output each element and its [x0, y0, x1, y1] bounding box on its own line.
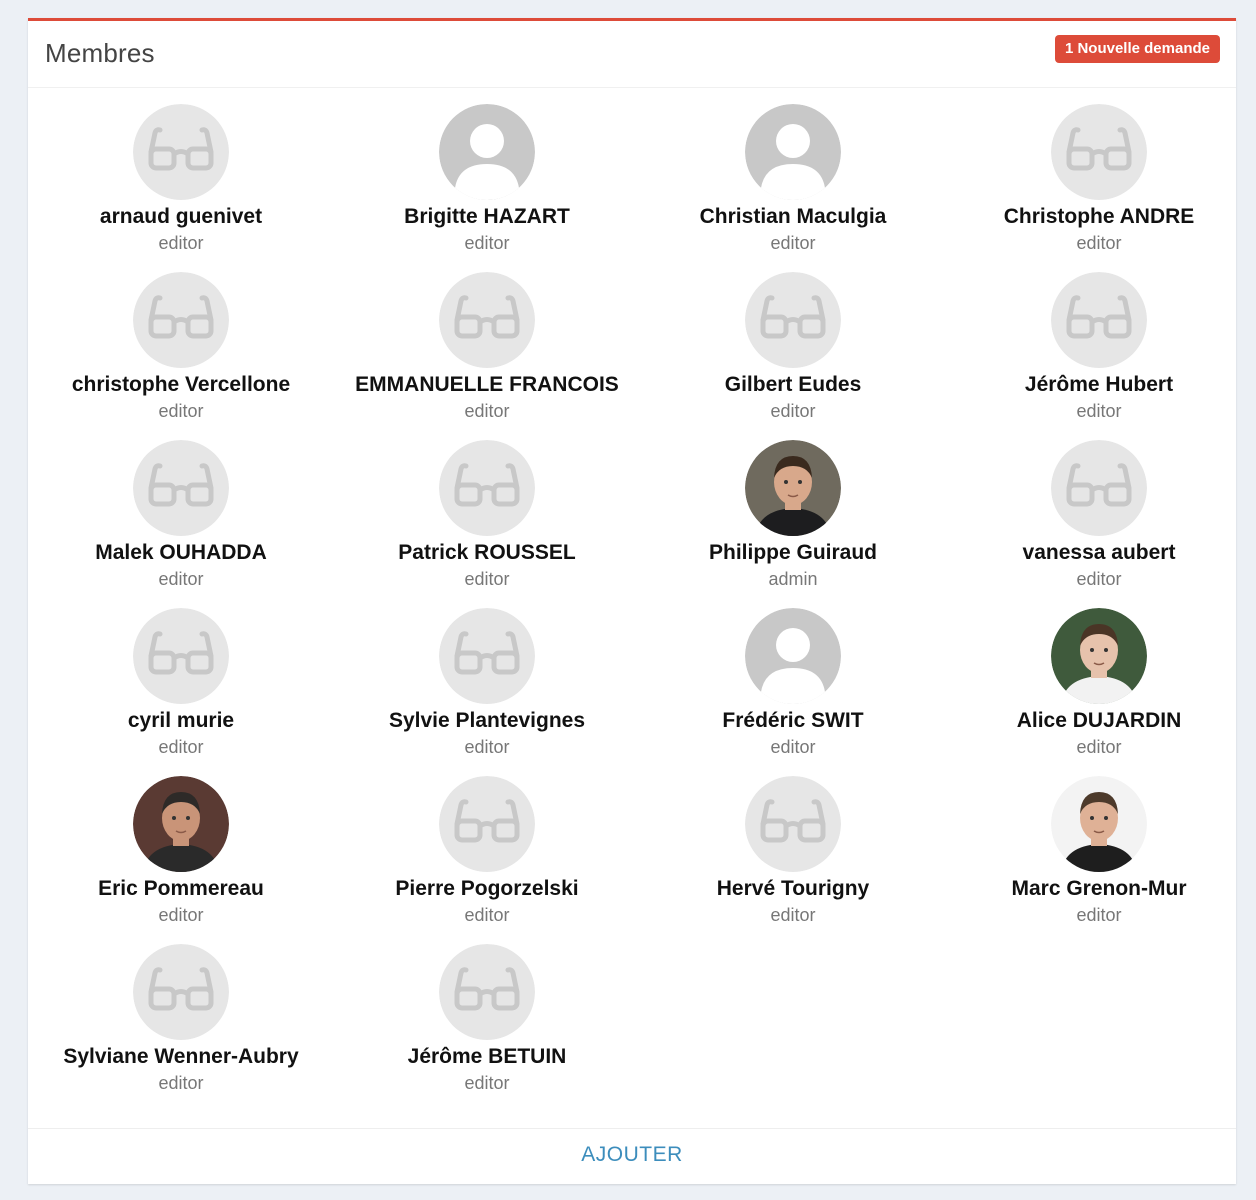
- member-card[interactable]: EMMANUELLE FRANCOIS editor: [334, 272, 640, 440]
- glasses-icon: [439, 608, 535, 704]
- member-name: Marc Grenon-Mur: [1011, 877, 1187, 900]
- member-name: Hervé Tourigny: [716, 877, 870, 900]
- member-role: editor: [770, 401, 816, 421]
- add-member-button[interactable]: AJOUTER: [581, 1143, 683, 1167]
- member-name: Christian Maculgia: [699, 205, 887, 228]
- member-card[interactable]: Sylvie Plantevignes editor: [334, 608, 640, 776]
- panel-footer: AJOUTER: [28, 1128, 1236, 1184]
- member-card[interactable]: Jérôme BETUIN editor: [334, 944, 640, 1112]
- glasses-icon: [133, 104, 229, 200]
- member-role: editor: [464, 905, 510, 925]
- member-photo: [1051, 608, 1147, 704]
- members-panel: Membres 1 Nouvelle demande arnaud gueniv…: [28, 18, 1236, 1184]
- member-card[interactable]: arnaud guenivet editor: [28, 104, 334, 272]
- person-silhouette-icon: [745, 608, 841, 704]
- member-name: Sylviane Wenner-Aubry: [63, 1045, 299, 1068]
- member-card[interactable]: Eric Pommereau editor: [28, 776, 334, 944]
- glasses-icon: [133, 272, 229, 368]
- member-card[interactable]: christophe Vercellone editor: [28, 272, 334, 440]
- member-role: editor: [158, 905, 204, 925]
- glasses-icon: [745, 776, 841, 872]
- member-name: Alice DUJARDIN: [1016, 709, 1182, 732]
- member-name: Eric Pommereau: [98, 877, 264, 900]
- member-name: Patrick ROUSSEL: [398, 541, 576, 564]
- member-role: editor: [464, 233, 510, 253]
- glasses-icon: [133, 608, 229, 704]
- member-photo: [1051, 776, 1147, 872]
- glasses-icon: [439, 776, 535, 872]
- glasses-icon: [1051, 104, 1147, 200]
- person-silhouette-icon: [745, 104, 841, 200]
- member-card[interactable]: Frédéric SWIT editor: [640, 608, 946, 776]
- member-card[interactable]: cyril murie editor: [28, 608, 334, 776]
- member-role: editor: [464, 569, 510, 589]
- member-role: admin: [768, 569, 818, 589]
- member-card[interactable]: Sylviane Wenner-Aubry editor: [28, 944, 334, 1112]
- member-card[interactable]: Brigitte HAZART editor: [334, 104, 640, 272]
- panel-title: Membres: [45, 38, 155, 68]
- member-role: editor: [770, 737, 816, 757]
- member-card[interactable]: Christophe ANDRE editor: [946, 104, 1252, 272]
- member-card[interactable]: Philippe Guiraud admin: [640, 440, 946, 608]
- member-role: editor: [464, 401, 510, 421]
- glasses-icon: [745, 272, 841, 368]
- member-card[interactable]: Patrick ROUSSEL editor: [334, 440, 640, 608]
- member-card[interactable]: Marc Grenon-Mur editor: [946, 776, 1252, 944]
- glasses-icon: [133, 944, 229, 1040]
- member-name: Philippe Guiraud: [708, 541, 877, 564]
- member-role: editor: [464, 737, 510, 757]
- member-role: editor: [158, 737, 204, 757]
- members-grid: arnaud guenivet editor Brigitte HAZART edit…: [28, 104, 1236, 1112]
- member-photo: [133, 776, 229, 872]
- member-card[interactable]: Jérôme Hubert editor: [946, 272, 1252, 440]
- member-name: Jérôme Hubert: [1024, 373, 1174, 396]
- glasses-icon: [439, 440, 535, 536]
- glasses-icon: [439, 272, 535, 368]
- member-role: editor: [770, 233, 816, 253]
- member-name: EMMANUELLE FRANCOIS: [355, 373, 619, 396]
- member-role: editor: [1076, 233, 1122, 253]
- member-name: Gilbert Eudes: [724, 373, 862, 396]
- member-name: Malek OUHADDA: [95, 541, 267, 564]
- member-role: editor: [158, 401, 204, 421]
- glasses-icon: [439, 944, 535, 1040]
- member-role: editor: [158, 233, 204, 253]
- member-card[interactable]: Alice DUJARDIN editor: [946, 608, 1252, 776]
- member-name: Frédéric SWIT: [722, 709, 864, 732]
- glasses-icon: [1051, 272, 1147, 368]
- member-name: Jérôme BETUIN: [407, 1045, 567, 1068]
- member-name: cyril murie: [127, 709, 235, 732]
- glasses-icon: [133, 440, 229, 536]
- member-name: Sylvie Plantevignes: [388, 709, 586, 732]
- member-role: editor: [158, 569, 204, 589]
- member-card[interactable]: Malek OUHADDA editor: [28, 440, 334, 608]
- member-photo: [745, 440, 841, 536]
- person-silhouette-icon: [439, 104, 535, 200]
- member-role: editor: [1076, 569, 1122, 589]
- member-card[interactable]: Gilbert Eudes editor: [640, 272, 946, 440]
- member-role: editor: [158, 1073, 204, 1093]
- member-role: editor: [770, 905, 816, 925]
- member-role: editor: [464, 1073, 510, 1093]
- member-name: Christophe ANDRE: [1003, 205, 1195, 228]
- member-card[interactable]: vanessa aubert editor: [946, 440, 1252, 608]
- member-role: editor: [1076, 401, 1122, 421]
- member-card[interactable]: Hervé Tourigny editor: [640, 776, 946, 944]
- member-card[interactable]: Pierre Pogorzelski editor: [334, 776, 640, 944]
- member-card[interactable]: Christian Maculgia editor: [640, 104, 946, 272]
- member-name: Pierre Pogorzelski: [395, 877, 579, 900]
- member-name: christophe Vercellone: [71, 373, 291, 396]
- member-role: editor: [1076, 905, 1122, 925]
- member-name: Brigitte HAZART: [404, 205, 570, 228]
- member-name: arnaud guenivet: [99, 205, 263, 228]
- member-name: vanessa aubert: [1022, 541, 1176, 564]
- member-role: editor: [1076, 737, 1122, 757]
- glasses-icon: [1051, 440, 1147, 536]
- new-request-badge[interactable]: 1 Nouvelle demande: [1054, 35, 1220, 63]
- panel-header: Membres 1 Nouvelle demande: [28, 21, 1236, 88]
